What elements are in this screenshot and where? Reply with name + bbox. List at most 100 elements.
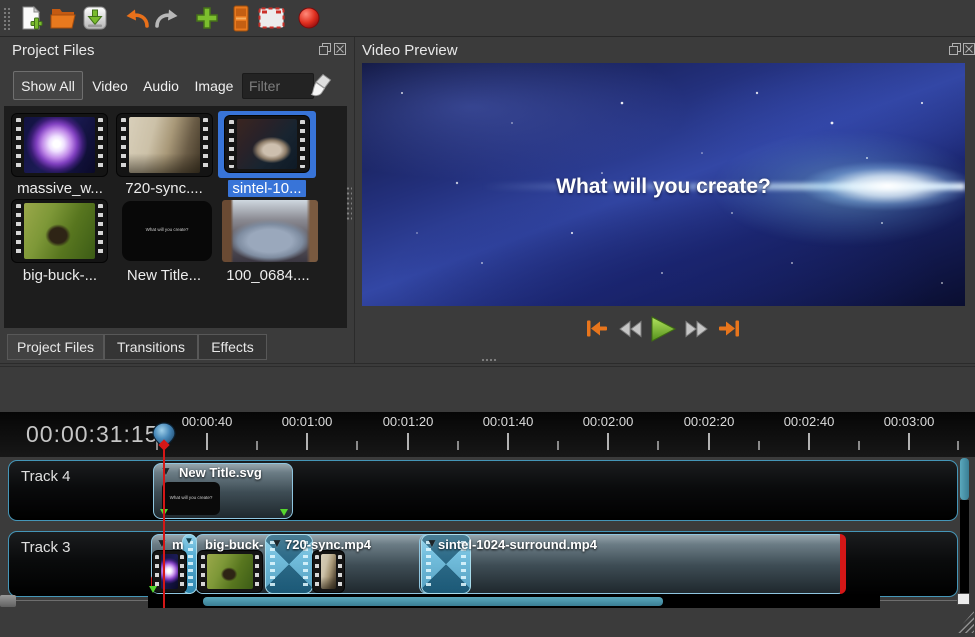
clip-title: big-buck- xyxy=(205,537,264,552)
ruler-label: 00:02:40 xyxy=(784,414,835,429)
main-toolbar xyxy=(0,0,975,37)
clip-thumbnail xyxy=(313,551,344,592)
save-project-button[interactable] xyxy=(80,3,110,33)
vertical-scrollbar[interactable] xyxy=(960,458,969,500)
video-preview-frame: What will you create? xyxy=(362,63,965,306)
ruler-label: 00:01:00 xyxy=(282,414,333,429)
clear-filter-button[interactable] xyxy=(306,70,336,100)
hscroll-left-handle[interactable] xyxy=(0,595,16,607)
video-thumbnail xyxy=(12,200,107,262)
jump-start-icon xyxy=(585,319,609,338)
float-panel-button[interactable] xyxy=(948,43,962,57)
fast-forward-button[interactable] xyxy=(685,320,708,341)
open-project-button[interactable] xyxy=(48,3,78,33)
clip-title: m xyxy=(172,537,184,552)
trim-marker xyxy=(840,534,846,594)
track-4: Track 4 What will you create? New Title.… xyxy=(8,460,958,521)
vscroll-track[interactable] xyxy=(960,500,969,593)
file-label: massive_w... xyxy=(10,180,110,197)
clip-thumbnail: What will you create? xyxy=(162,482,220,515)
ruler-label: 00:03:00 xyxy=(884,414,935,429)
filter-video[interactable]: Video xyxy=(90,71,130,100)
filter-show-all[interactable]: Show All xyxy=(13,71,83,100)
tab-transitions[interactable]: Transitions xyxy=(104,334,198,360)
new-project-button[interactable] xyxy=(16,3,46,33)
transition-chevron-icon[interactable] xyxy=(184,536,194,547)
close-panel-button[interactable] xyxy=(962,43,975,57)
clip-menu-chevron-icon[interactable] xyxy=(156,536,168,550)
video-thumbnail xyxy=(12,114,107,176)
playhead-line[interactable] xyxy=(163,447,165,608)
transition-chevron-icon[interactable] xyxy=(426,536,438,550)
clip-title: 720-sync.mp4 xyxy=(285,537,371,552)
rewind-button[interactable] xyxy=(619,320,642,341)
panel-divider xyxy=(354,37,355,363)
scrollbar-corner xyxy=(957,593,970,605)
float-icon xyxy=(949,43,961,55)
float-panel-button[interactable] xyxy=(318,43,332,57)
save-project-icon xyxy=(83,6,107,30)
undo-button[interactable] xyxy=(122,3,152,33)
preview-title-text: What will you create? xyxy=(362,175,965,199)
ruler-label: 00:01:20 xyxy=(383,414,434,429)
close-panel-button[interactable] xyxy=(333,43,347,57)
brush-icon xyxy=(310,73,332,98)
window-resize-grip[interactable] xyxy=(955,611,974,633)
add-media-icon xyxy=(195,6,219,30)
tab-effects[interactable]: Effects xyxy=(198,334,267,360)
close-icon xyxy=(334,43,346,55)
open-project-icon xyxy=(50,7,76,30)
fullscreen-button[interactable] xyxy=(256,3,286,33)
preview-timeline-divider xyxy=(0,363,975,364)
ruler-label: 00:01:40 xyxy=(483,414,534,429)
filter-audio[interactable]: Audio xyxy=(140,71,182,100)
export-video-button[interactable] xyxy=(294,3,324,33)
redo-button[interactable] xyxy=(152,3,182,33)
file-label: New Title... xyxy=(114,267,214,284)
ruler-label: 00:02:00 xyxy=(583,414,634,429)
title-thumbnail: What will you create? xyxy=(122,201,212,261)
file-label: sintel-10... xyxy=(217,180,317,197)
close-icon xyxy=(963,43,975,55)
undo-icon xyxy=(124,6,150,30)
clip-menu-chevron-icon[interactable] xyxy=(160,464,172,478)
play-icon xyxy=(650,316,677,342)
jump-to-end-button[interactable] xyxy=(717,319,741,341)
fast-forward-icon xyxy=(685,320,708,338)
horizontal-scrollbar[interactable] xyxy=(203,597,663,606)
jump-end-icon xyxy=(717,319,741,338)
ruler-label: 00:02:20 xyxy=(684,414,735,429)
filter-image[interactable]: Image xyxy=(192,71,236,100)
add-media-button[interactable] xyxy=(192,3,222,33)
vertical-splitter[interactable] xyxy=(346,186,352,222)
float-icon xyxy=(319,43,331,55)
clip-title: New Title.svg xyxy=(179,465,262,480)
jump-to-start-button[interactable] xyxy=(585,319,609,341)
project-files-list: massive_w... 720-sync.... sintel-10... xyxy=(4,106,347,328)
tab-project-files[interactable]: Project Files xyxy=(7,334,104,360)
choose-profile-button[interactable] xyxy=(226,3,256,33)
record-icon xyxy=(298,7,320,29)
file-label: 720-sync.... xyxy=(114,180,214,197)
play-button[interactable] xyxy=(650,316,677,345)
panel-title: Video Preview xyxy=(362,42,458,59)
clip-handle-icon[interactable] xyxy=(149,586,157,593)
film-profile-icon xyxy=(233,5,249,32)
ruler-label: 00:00:40 xyxy=(182,414,233,429)
file-label: big-buck-... xyxy=(10,267,110,284)
image-thumbnail xyxy=(222,200,318,262)
track-label: Track 3 xyxy=(21,539,70,556)
track-3: Track 3 xyxy=(8,531,958,597)
horizontal-splitter[interactable] xyxy=(481,358,497,363)
clip-title: sintel-1024-surround.mp4 xyxy=(438,537,597,552)
clip-handle-icon[interactable] xyxy=(280,509,288,516)
rewind-icon xyxy=(619,320,642,338)
current-time-display: 00:00:31:15 xyxy=(26,421,159,448)
file-label: 100_0684.... xyxy=(218,267,318,284)
redo-icon xyxy=(154,6,180,30)
transition-chevron-icon[interactable] xyxy=(271,536,283,550)
track-label: Track 4 xyxy=(21,468,70,485)
toolbar-grip[interactable] xyxy=(3,7,11,30)
filter-input[interactable] xyxy=(242,73,314,99)
title-thumbnail-caption: What will you create? xyxy=(122,228,212,233)
